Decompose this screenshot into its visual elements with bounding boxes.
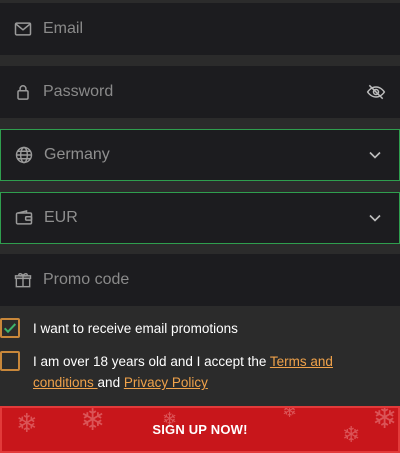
snowflake-icon: ❄	[16, 408, 38, 438]
chevron-down-icon	[363, 143, 387, 167]
password-field[interactable]: Password	[0, 66, 400, 118]
promo-placeholder: Promo code	[43, 271, 130, 288]
chevron-down-icon	[363, 206, 387, 230]
gift-icon	[12, 269, 34, 291]
promotions-checkbox[interactable]	[0, 318, 20, 338]
currency-value: EUR	[44, 209, 78, 226]
email-field[interactable]: Email	[0, 3, 400, 55]
snowflake-icon: ❄	[282, 406, 298, 421]
password-placeholder: Password	[43, 83, 114, 100]
lock-icon	[12, 81, 34, 103]
checkmark-icon	[3, 323, 17, 334]
country-value: Germany	[44, 146, 110, 163]
snowflake-icon: ❄	[372, 406, 398, 435]
wallet-icon	[13, 207, 35, 229]
terms-middle: and	[97, 375, 124, 390]
terms-label: I am over 18 years old and I accept the …	[33, 351, 390, 393]
promotions-label: I want to receive email promotions	[33, 321, 238, 336]
globe-icon	[13, 144, 35, 166]
terms-consent-row: I am over 18 years old and I accept the …	[0, 351, 390, 393]
privacy-policy-link[interactable]: Privacy Policy	[124, 375, 208, 390]
country-select[interactable]: Germany	[0, 129, 400, 181]
currency-select[interactable]: EUR	[0, 192, 400, 244]
snowflake-icon: ❄	[80, 406, 106, 437]
mail-icon	[12, 18, 34, 40]
promo-code-field[interactable]: Promo code	[0, 254, 400, 306]
promotions-consent-row: I want to receive email promotions	[0, 318, 238, 339]
sign-up-button[interactable]: ❄ ❄ ❄ ❄ ❄ ❄ SIGN UP NOW!	[0, 406, 400, 453]
snowflake-icon: ❄	[342, 422, 361, 447]
terms-checkbox[interactable]	[0, 351, 20, 371]
terms-prefix: I am over 18 years old and I accept the	[33, 354, 270, 369]
sign-up-label: SIGN UP NOW!	[152, 422, 248, 437]
eye-off-icon[interactable]	[364, 80, 388, 104]
email-placeholder: Email	[43, 20, 84, 37]
